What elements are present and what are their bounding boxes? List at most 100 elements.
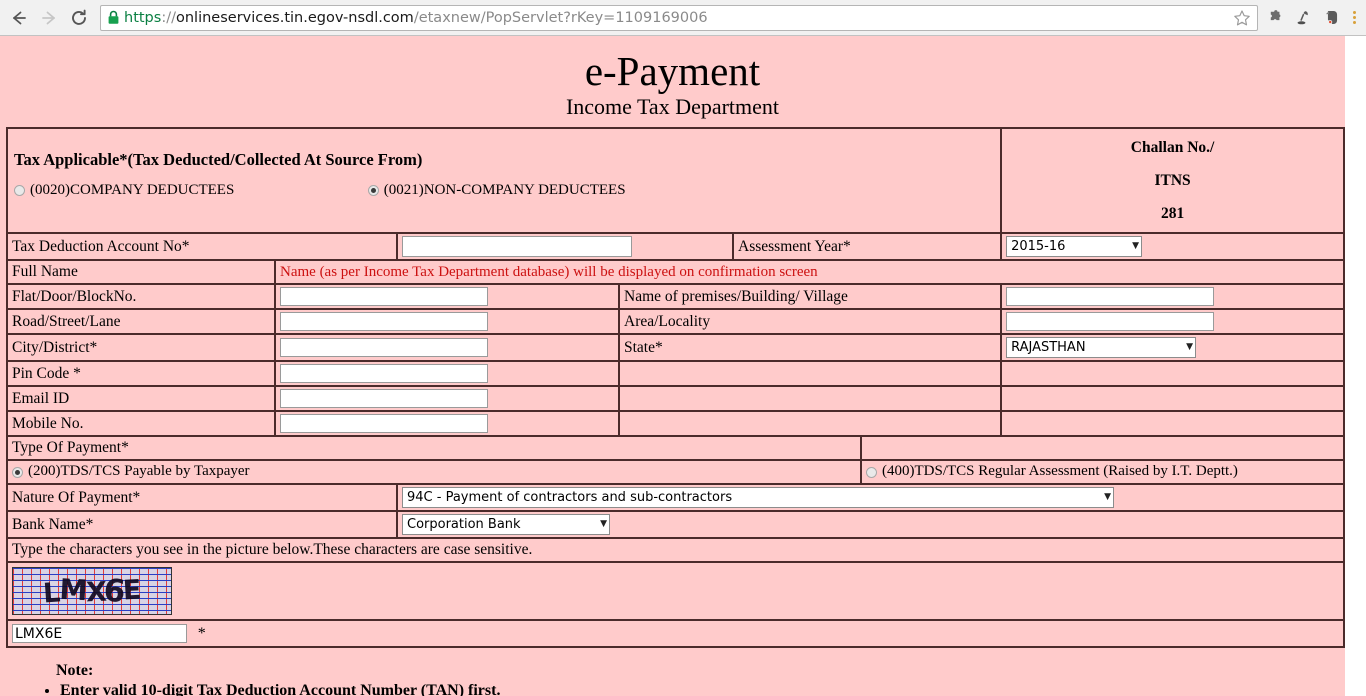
radio-tds-payable-label: (200)TDS/TCS Payable by Taxpayer [28, 463, 250, 480]
type-of-payment-label: Type Of Payment* [6, 435, 862, 461]
assessment-year-value: 2015-16 [1011, 239, 1066, 254]
address-bar[interactable]: https://onlineservices.tin.egov-nsdl.com… [100, 4, 1258, 31]
captcha-instruction-row: Type the characters you see in the pictu… [5, 537, 1345, 563]
puzzle-piece-icon[interactable] [1262, 3, 1290, 33]
challan-line-2: ITNS [1154, 172, 1191, 189]
radio-tds-payable-control[interactable] [12, 466, 23, 478]
flat-label: Flat/Door/BlockNo. [6, 283, 276, 310]
tan-row: Tax Deduction Account No* Assessment Yea… [6, 232, 1345, 261]
chevron-down-icon: ▼ [1186, 342, 1194, 352]
page-right-margin [1345, 36, 1366, 696]
state-select[interactable]: RAJASTHAN ▼ [1006, 337, 1197, 358]
pin-code-input[interactable] [280, 364, 488, 383]
email-input[interactable] [280, 389, 488, 408]
challan-number-box: Challan No./ ITNS 281 [1000, 127, 1345, 234]
bank-name-cell: Corporation Bank ▼ [395, 510, 1345, 539]
city-input-cell [274, 333, 620, 362]
captcha-instruction: Type the characters you see in the pictu… [5, 537, 1345, 563]
pin-code-input-cell [274, 360, 620, 387]
mobile-row: Mobile No. [6, 410, 1345, 437]
email-input-cell [274, 385, 620, 412]
pin-code-row: Pin Code * [6, 360, 1345, 387]
type-of-payment-header-spacer [859, 435, 1345, 461]
back-arrow-icon[interactable] [4, 3, 34, 33]
tan-label: Tax Deduction Account No* [6, 232, 398, 261]
mobile-empty-cell [1000, 410, 1345, 437]
radio-noncompany-deductees[interactable]: (0021)NON-COMPANY DEDUCTEES [367, 182, 626, 199]
reload-icon[interactable] [64, 3, 94, 33]
url-scheme: https [124, 9, 162, 26]
email-empty-cell [1000, 385, 1345, 412]
full-name-info: Name (as per Income Tax Department datab… [273, 259, 1345, 285]
assessment-year-select[interactable]: 2015-16 ▼ [1006, 236, 1143, 257]
nature-of-payment-value: 94C - Payment of contractors and sub-con… [407, 490, 733, 505]
bank-name-select[interactable]: Corporation Bank ▼ [402, 514, 610, 535]
captcha-input-row: * [5, 619, 1345, 648]
radio-tds-regular-assessment[interactable]: (400)TDS/TCS Regular Assessment (Raised … [859, 459, 1345, 485]
captcha-image: LMX6E [12, 567, 172, 615]
captcha-input-cell: * [5, 619, 1345, 648]
radio-company-deductees-control[interactable] [14, 185, 25, 197]
evernote-elephant-icon[interactable] [1318, 3, 1346, 33]
tan-input[interactable] [402, 236, 632, 257]
challan-line-3: 281 [1160, 205, 1185, 222]
radio-company-deductees[interactable]: (0020)COMPANY DEDUCTEES [14, 182, 364, 199]
city-label: City/District* [6, 333, 276, 362]
email-spacer-cell [617, 385, 1003, 412]
type-of-payment-options-row: (200)TDS/TCS Payable by Taxpayer (400)TD… [6, 459, 1345, 485]
radio-tds-regular-control[interactable] [866, 466, 877, 478]
url-separator: :// [161, 9, 176, 26]
desk-lamp-icon[interactable] [1290, 3, 1318, 33]
captcha-input[interactable] [12, 624, 187, 643]
tan-input-cell [396, 232, 734, 261]
mobile-input[interactable] [280, 414, 488, 433]
radio-company-deductees-label: (0020)COMPANY DEDUCTEES [30, 182, 235, 199]
captcha-required-mark: * [197, 624, 206, 642]
flat-input[interactable] [280, 287, 488, 306]
tax-applicable-row: Tax Applicable*(Tax Deducted/Collected A… [5, 127, 1345, 234]
city-state-row: City/District* State* RAJASTHAN ▼ [6, 333, 1345, 362]
vertical-dots-menu-icon[interactable] [1346, 3, 1362, 33]
radio-tds-payable-by-taxpayer[interactable]: (200)TDS/TCS Payable by Taxpayer [6, 459, 862, 485]
tax-applicable-cell: Tax Applicable*(Tax Deducted/Collected A… [5, 127, 1003, 234]
state-value: RAJASTHAN [1011, 340, 1086, 355]
padlock-icon [107, 10, 120, 25]
flat-input-cell [274, 283, 620, 310]
page-header: e-Payment Income Tax Department [0, 36, 1345, 120]
city-input[interactable] [280, 338, 488, 357]
captcha-image-row: LMX6E [5, 561, 1345, 621]
full-name-row: Full Name Name (as per Income Tax Depart… [6, 259, 1345, 285]
browser-toolbar: https://onlineservices.tin.egov-nsdl.com… [0, 0, 1366, 36]
captcha-image-text: LMX6E [42, 572, 142, 610]
pin-code-label: Pin Code * [6, 360, 276, 387]
bank-name-value: Corporation Bank [407, 517, 521, 532]
assessment-year-label: Assessment Year* [731, 232, 1003, 261]
premises-input[interactable] [1006, 287, 1215, 306]
road-input[interactable] [280, 312, 488, 331]
full-name-label: Full Name [6, 259, 276, 285]
road-area-row: Road/Street/Lane Area/Locality [6, 308, 1345, 335]
radio-noncompany-deductees-label: (0021)NON-COMPANY DEDUCTEES [383, 182, 626, 199]
forward-arrow-icon [34, 3, 64, 33]
state-select-cell: RAJASTHAN ▼ [1000, 333, 1345, 362]
star-icon[interactable] [1233, 9, 1251, 27]
captcha-image-cell: LMX6E [5, 561, 1345, 621]
premises-label: Name of premises/Building/ Village [617, 283, 1003, 310]
url-text: https://onlineservices.tin.egov-nsdl.com… [124, 6, 1229, 30]
nature-of-payment-select[interactable]: 94C - Payment of contractors and sub-con… [402, 487, 1114, 508]
page-title: e-Payment [584, 48, 761, 94]
chevron-down-icon: ▼ [1132, 241, 1140, 251]
mobile-input-cell [274, 410, 620, 437]
road-label: Road/Street/Lane [6, 308, 276, 335]
radio-noncompany-deductees-control[interactable] [367, 185, 379, 197]
nature-of-payment-cell: 94C - Payment of contractors and sub-con… [395, 483, 1345, 512]
area-input[interactable] [1006, 312, 1215, 331]
challan-line-1: Challan No./ [1130, 139, 1215, 156]
chevron-down-icon: ▼ [1104, 492, 1111, 502]
mobile-label: Mobile No. [6, 410, 276, 437]
note-section: Note: Enter valid 10-digit Tax Deduction… [42, 662, 1345, 696]
note-item: Enter valid 10-digit Tax Deduction Accou… [60, 682, 1345, 696]
challan-281-form: Tax Applicable*(Tax Deducted/Collected A… [5, 127, 1345, 648]
url-host: onlineservices.tin.egov-nsdl.com [175, 9, 414, 26]
tax-applicable-options: (0020)COMPANY DEDUCTEES (0021)NON-COMPAN… [14, 170, 994, 203]
